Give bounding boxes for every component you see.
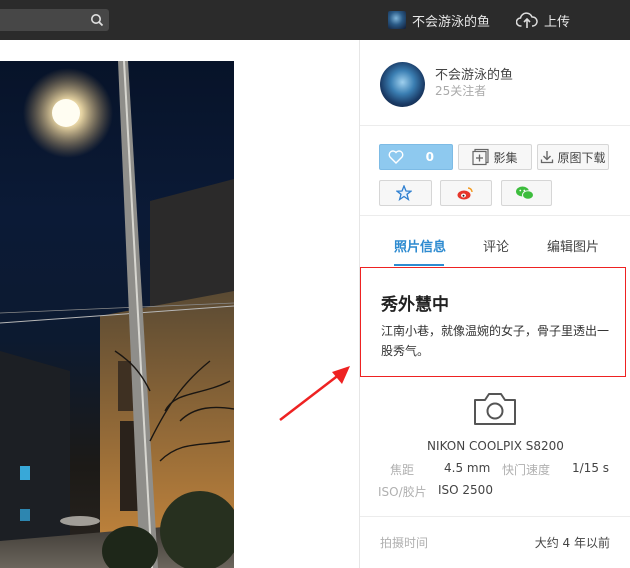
iso-label: ISO/胶片 <box>378 485 427 499</box>
author-profile: 不会游泳的鱼 25关注者 <box>360 40 630 126</box>
user-name: 不会游泳的鱼 <box>412 14 491 30</box>
upload-label: 上传 <box>544 14 571 30</box>
search-box <box>0 9 109 31</box>
cloud-upload-icon <box>516 12 538 28</box>
download-original-button[interactable]: 原图下载 <box>537 144 609 170</box>
shutter-speed-value: 1/15 s <box>572 461 610 475</box>
add-album-icon <box>472 148 490 166</box>
weibo-icon <box>457 187 473 200</box>
like-button[interactable]: 0 <box>379 144 453 170</box>
tab-edit-photo[interactable]: 编辑图片 <box>547 236 599 255</box>
follower-count: 25关注者 <box>435 84 487 98</box>
shutter-speed-label: 快门速度 <box>502 463 551 477</box>
share-weibo-button[interactable] <box>440 180 492 206</box>
user-menu[interactable]: 不会游泳的鱼 <box>388 10 490 30</box>
share-qzone-button[interactable] <box>379 180 432 206</box>
search-icon[interactable] <box>90 13 104 27</box>
shot-time-value: 大约 4 年以前 <box>534 536 610 550</box>
search-input[interactable] <box>4 11 84 29</box>
tab-photo-info[interactable]: 照片信息 <box>394 236 446 255</box>
like-count: 0 <box>425 150 434 164</box>
tab-comments[interactable]: 评论 <box>483 236 509 255</box>
album-label: 影集 <box>493 150 518 165</box>
annotation-arrow <box>279 366 350 421</box>
photo-description: 江南小巷，就像温婉的女子，骨子里透出一股秀气。 <box>381 324 610 358</box>
active-tab-indicator <box>394 264 444 266</box>
shot-time-label: 拍摄时间 <box>380 536 429 550</box>
iso-value: ISO 2500 <box>438 483 493 497</box>
top-navigation-bar: 不会游泳的鱼 上传 <box>0 0 630 40</box>
info-tabs: 照片信息 评论 编辑图片 <box>360 216 630 267</box>
author-name[interactable]: 不会游泳的鱼 <box>435 64 513 83</box>
camera-icon <box>474 393 516 425</box>
star-icon <box>396 185 412 201</box>
photo-sidebar: 不会游泳的鱼 25关注者 0 影集 原图下载 照片信息 评论 编辑图片 秀外慧中… <box>359 40 630 568</box>
focal-length-value: 4.5 mm <box>444 461 491 475</box>
download-label: 原图下载 <box>557 150 606 165</box>
shot-time-row: 拍摄时间 大约 4 年以前 <box>360 517 630 563</box>
author-avatar[interactable] <box>380 62 425 107</box>
wechat-icon <box>516 186 534 200</box>
download-icon <box>541 151 554 164</box>
photo-description-highlight: 秀外慧中 江南小巷，就像温婉的女子，骨子里透出一股秀气。 <box>360 267 626 377</box>
upload-button[interactable]: 上传 <box>516 9 570 31</box>
user-avatar-small <box>388 11 406 29</box>
action-buttons: 0 影集 原图下载 <box>360 126 630 216</box>
add-to-album-button[interactable]: 影集 <box>458 144 532 170</box>
night-alley-photo <box>0 61 234 568</box>
photo-title: 秀外慧中 <box>381 295 449 315</box>
focal-length-label: 焦距 <box>390 463 415 477</box>
share-wechat-button[interactable] <box>501 180 552 206</box>
camera-info: NIKON COOLPIX S8200 焦距 4.5 mm 快门速度 1/15 … <box>360 377 630 517</box>
main-photo[interactable] <box>0 61 234 568</box>
heart-icon <box>388 150 404 164</box>
camera-model: NIKON COOLPIX S8200 <box>427 439 564 453</box>
